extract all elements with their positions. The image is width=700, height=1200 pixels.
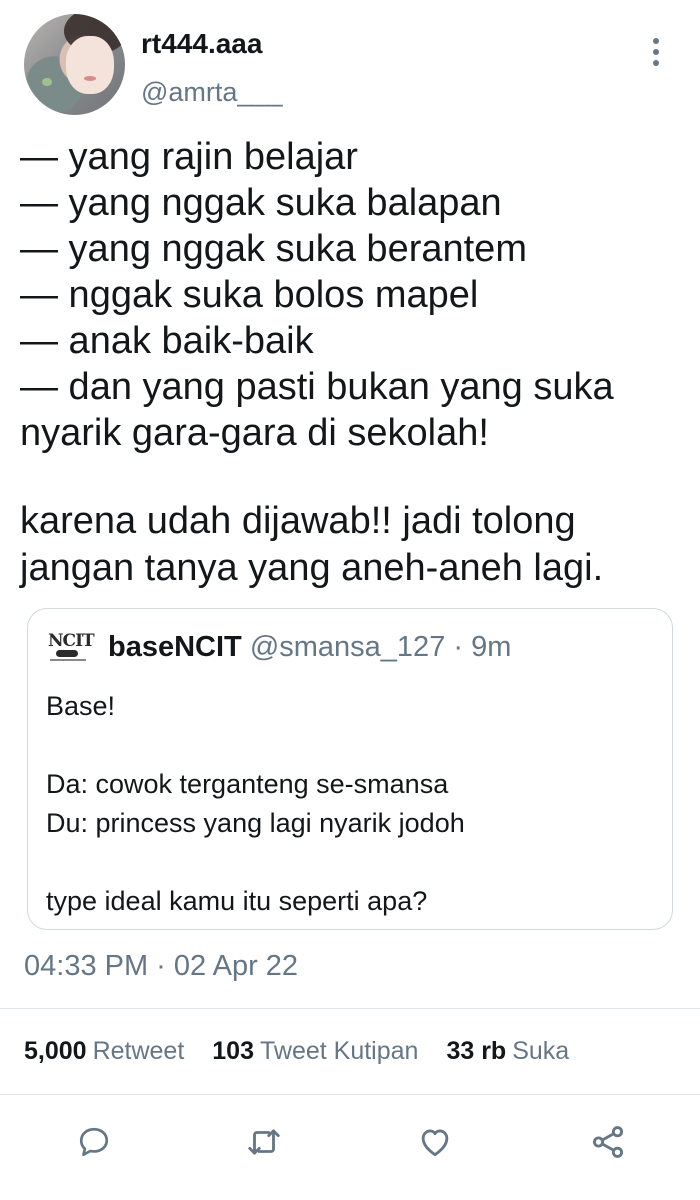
quoted-display-name[interactable]: baseNCIT	[108, 631, 242, 663]
tweet-line: nyarik gara-gara di sekolah!	[20, 412, 489, 454]
heart-icon[interactable]	[415, 1122, 455, 1162]
tweet-text: — yang rajin belajar — yang nggak suka b…	[20, 134, 680, 456]
reply-icon[interactable]	[74, 1122, 114, 1162]
quoted-tweet[interactable]: NCIT baseNCIT @smansa_127 · 9m Base! Da:…	[27, 608, 673, 930]
tweet-line: jangan tanya yang aneh-aneh lagi.	[20, 547, 604, 589]
like-count-label: Suka	[512, 1037, 570, 1065]
divider	[0, 1008, 700, 1009]
quoted-meta: @smansa_127 · 9m	[241, 631, 512, 663]
divider	[0, 1094, 700, 1095]
author-display-name[interactable]: rt444.aaa	[141, 28, 262, 60]
like-count[interactable]: 33 rb Suka	[446, 1037, 569, 1066]
quoted-author-avatar[interactable]: NCIT	[46, 631, 96, 665]
tweet-actions	[0, 1117, 700, 1167]
quoted-text: Base! Da: cowok terganteng se-smansa Du:…	[46, 687, 656, 921]
quote-count-value: 103	[212, 1037, 254, 1065]
more-vertical-icon[interactable]	[646, 32, 666, 72]
quoted-line: type ideal kamu itu seperti apa?	[46, 886, 428, 916]
quoted-line	[46, 843, 656, 882]
tweet-line: karena udah dijawab!! jadi tolong	[20, 500, 576, 542]
author-avatar[interactable]	[24, 14, 125, 115]
tweet-line: — anak baik-baik	[20, 320, 314, 362]
quoted-logo-text: NCIT	[48, 631, 95, 651]
tweet-line: — nggak suka bolos mapel	[20, 274, 479, 316]
quote-count[interactable]: 103 Tweet Kutipan	[212, 1037, 418, 1066]
like-count-value: 33 rb	[446, 1037, 507, 1065]
tweet-stats: 5,000 Retweet 103 Tweet Kutipan 33 rb Suka	[24, 1037, 569, 1066]
tweet-line: — yang nggak suka balapan	[20, 182, 502, 224]
retweet-count-value: 5,000	[24, 1037, 87, 1065]
quoted-line	[46, 726, 656, 765]
tweet-line: — dan yang pasti bukan yang suka	[20, 366, 614, 408]
tweet-line: — yang rajin belajar	[20, 136, 358, 178]
tweet-line: — yang nggak suka berantem	[20, 228, 527, 270]
retweet-count[interactable]: 5,000 Retweet	[24, 1037, 184, 1066]
author-handle[interactable]: @amrta___	[141, 77, 282, 108]
tweet-timestamp[interactable]: 04:33 PM · 02 Apr 22	[24, 950, 298, 983]
quoted-line: Da: cowok terganteng se-smansa	[46, 769, 449, 799]
quote-count-label: Tweet Kutipan	[260, 1037, 419, 1065]
retweet-icon[interactable]	[244, 1122, 284, 1162]
tweet-header: rt444.aaa @amrta___	[24, 14, 676, 115]
quoted-header: baseNCIT @smansa_127 · 9m	[108, 631, 511, 664]
quoted-line: Base!	[46, 691, 116, 721]
tweet-paragraph: karena udah dijawab!! jadi tolong jangan…	[20, 498, 680, 592]
quoted-line: Du: princess yang lagi nyarik jodoh	[46, 808, 465, 838]
share-icon[interactable]	[588, 1122, 628, 1162]
retweet-count-label: Retweet	[92, 1037, 185, 1065]
